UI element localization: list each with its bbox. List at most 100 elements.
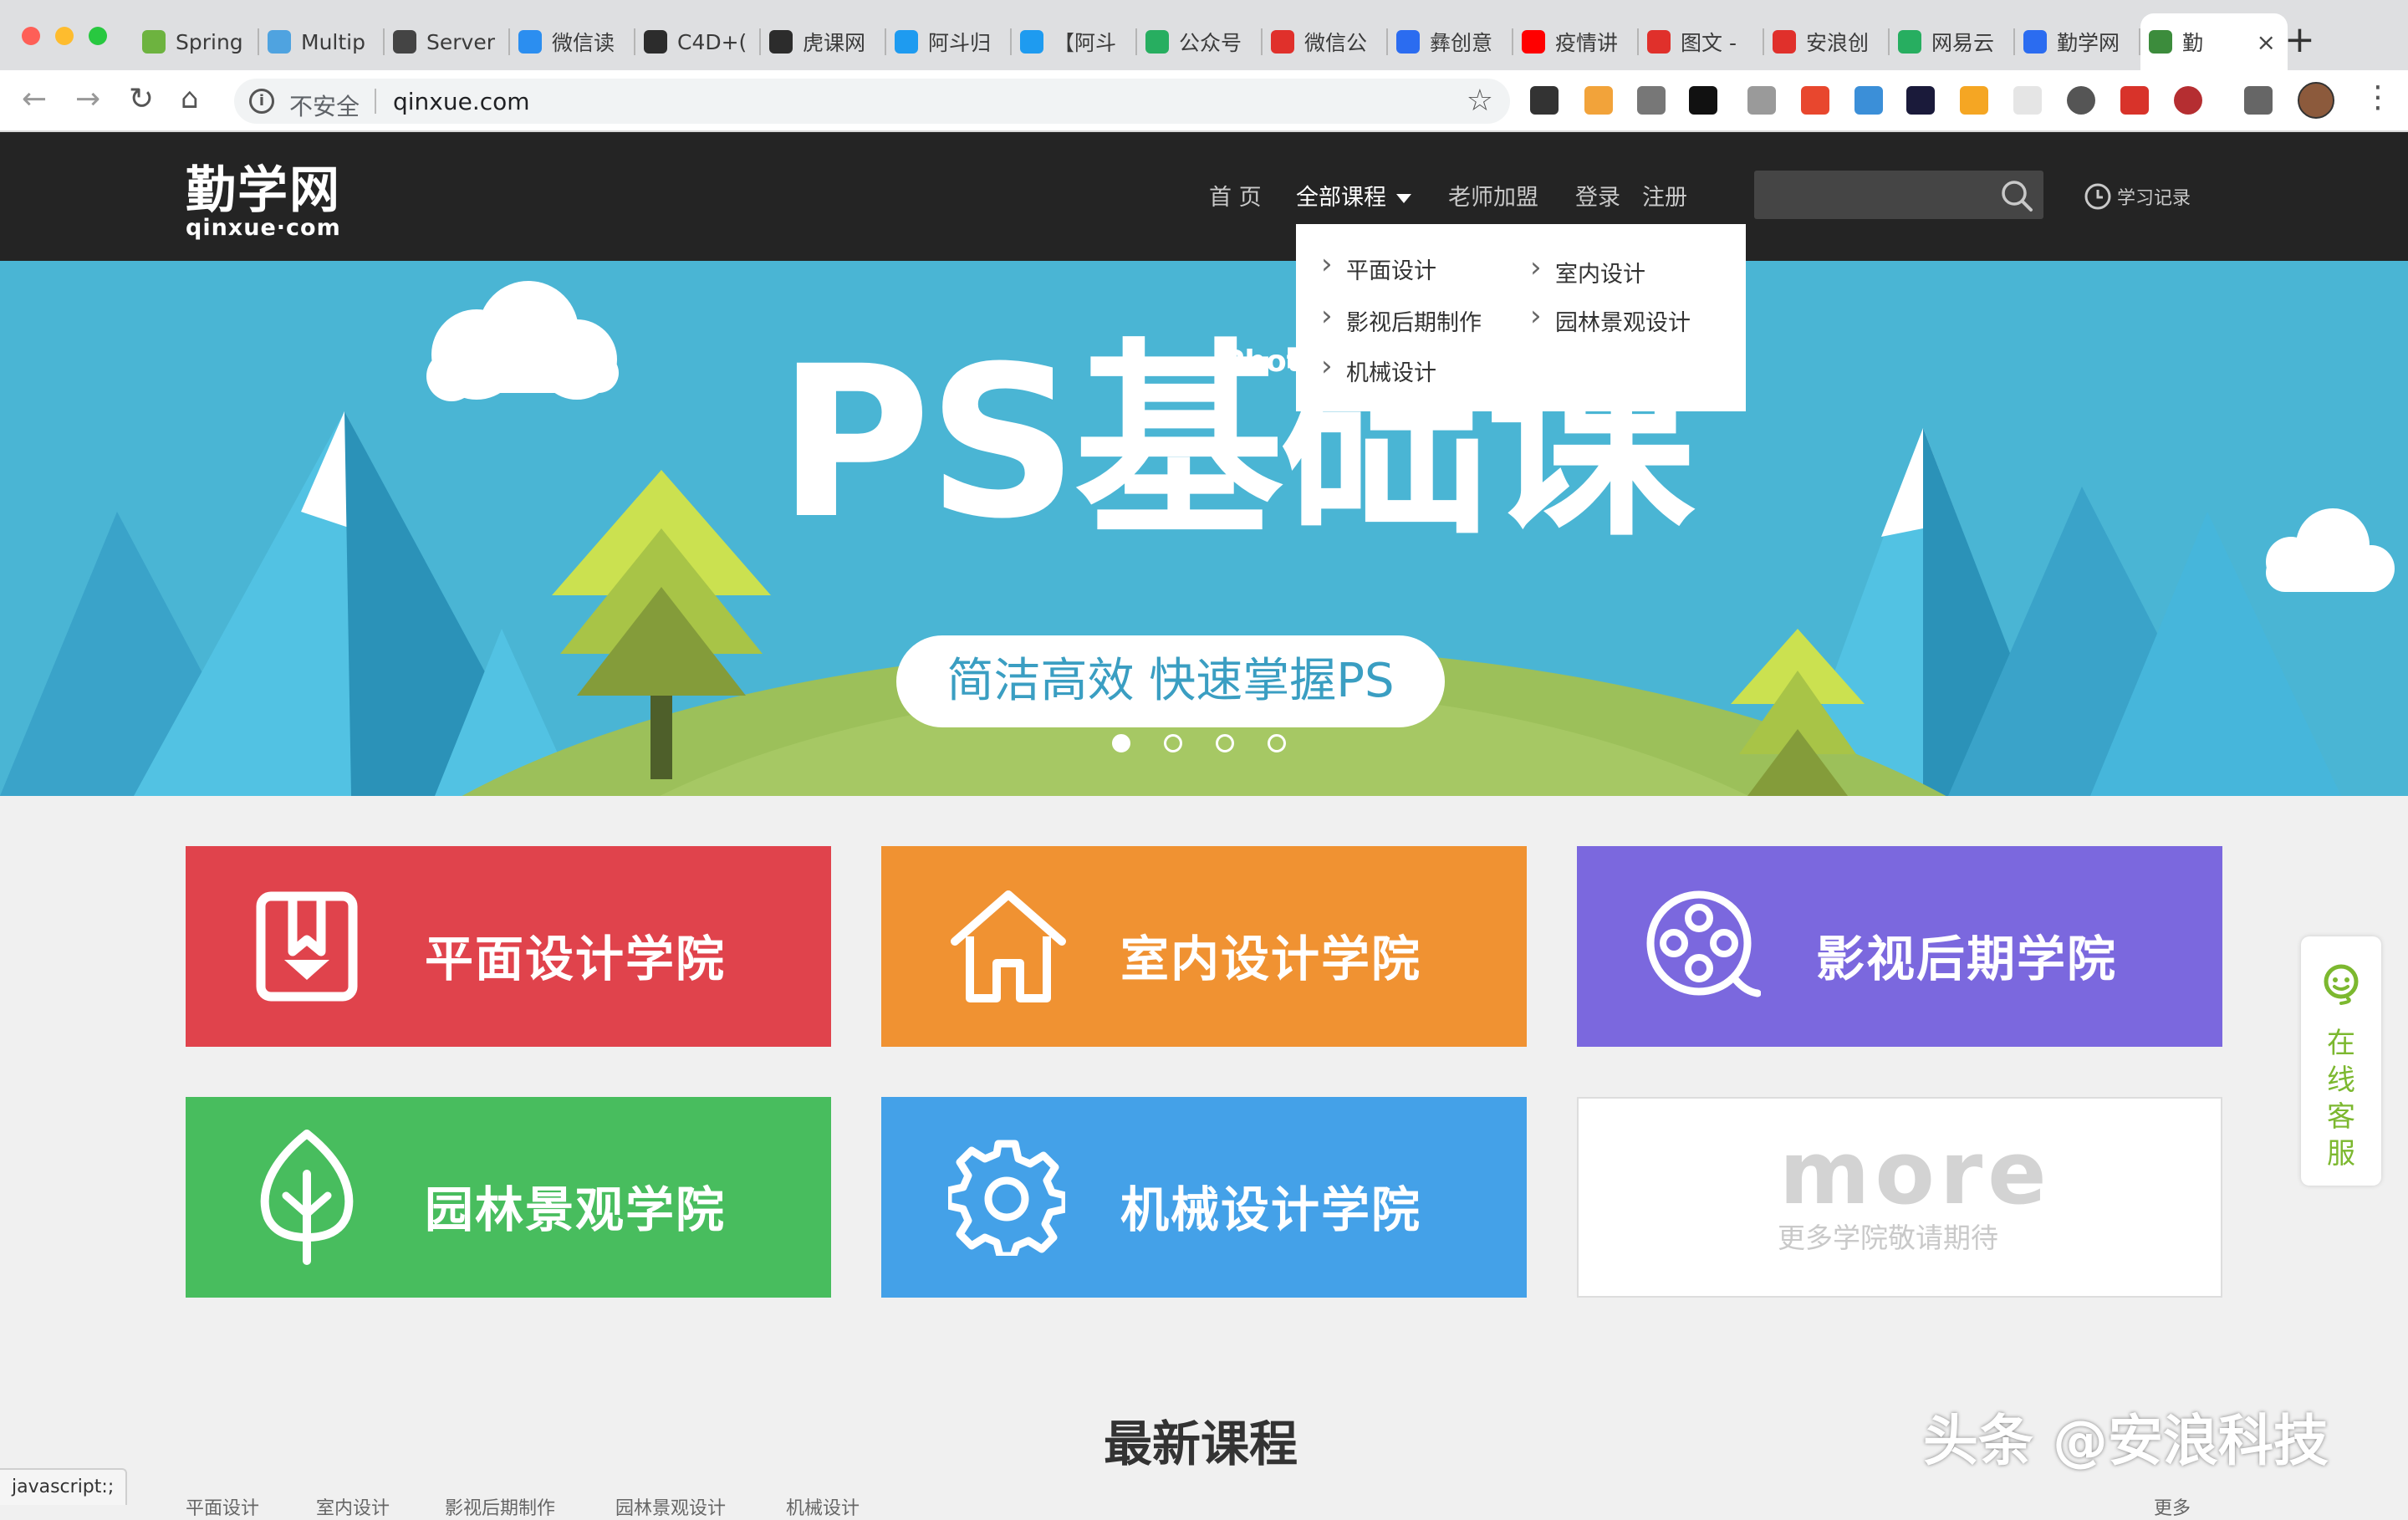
tab-close-icon[interactable]: × [2257,28,2276,56]
browser-tab[interactable]: 公众号 [1137,13,1263,70]
shield-extension-icon[interactable] [2120,86,2149,115]
close-window-button[interactable] [22,27,40,45]
download-box-icon [256,891,358,1002]
browser-tab[interactable]: 【阿斗 [1012,13,1137,70]
browser-tab-bar: Spring Multip Server 微信读 C4D+(虎课网 阿斗归 【阿斗 公众号 微信… [0,0,2408,70]
latest-tab-interior[interactable]: 室内设计 [316,1493,390,1520]
browser-tab[interactable]: Server [385,13,510,70]
dropdown-item-graphic-design[interactable]: 平面设计 [1321,247,1436,285]
tab-favicon-icon [2149,30,2172,54]
more-menu-icon[interactable]: ⋮ [2363,80,2393,115]
tab-label: 【阿斗 [1054,31,1117,55]
browser-tab[interactable]: 疫情讲 [1513,13,1639,70]
tab-label: 公众号 [1179,31,1242,55]
forward-icon[interactable]: → [75,82,100,116]
tile-label-mechanical-design: 机械设计学院 [1120,1181,1422,1238]
browser-tab[interactable]: 微信公 [1263,13,1388,70]
carousel-dot[interactable] [1216,734,1234,752]
history-extension-icon[interactable] [1637,86,1666,115]
maximize-window-button[interactable] [89,27,107,45]
back-icon[interactable]: ← [22,82,47,116]
info-icon[interactable]: i [249,89,274,114]
latest-tab-graphic[interactable]: 平面设计 [186,1493,259,1520]
browser-tab[interactable]: 网易云 [1890,13,2015,70]
dropdown-item-interior-design[interactable]: 室内设计 [1530,251,1645,288]
browser-tab[interactable]: 安浪创 [1764,13,1890,70]
url-text[interactable]: qinxue.com [393,88,530,115]
nav-register[interactable]: 注册 [1642,179,1687,212]
bookmark-star-icon[interactable]: ☆ [1467,84,1493,118]
dropdown-item-mechanical-design[interactable]: 机械设计 [1321,349,1436,387]
online-service-widget[interactable]: 在线客服 [2301,936,2381,1186]
tile-more[interactable]: more 更多学院敬请期待 [1577,1097,2222,1298]
address-bar[interactable]: i 不安全 qinxue.com ☆ [234,79,1510,124]
browser-tab[interactable]: 图文 - [1639,13,1764,70]
nav-all-courses-label: 全部课程 [1296,185,1386,211]
tab-favicon-icon [142,30,166,54]
tile-graphic-design[interactable]: 平面设计学院 [186,846,831,1047]
home-icon[interactable]: ⌂ [181,82,199,115]
reading-list-icon[interactable] [2244,86,2273,115]
security-label: 不安全 [289,93,360,120]
dropdown-item-video-post[interactable]: 影视后期制作 [1321,299,1482,337]
carousel-dot[interactable] [1164,734,1182,752]
browser-tab[interactable]: C4D+( [635,13,761,70]
tile-video-post[interactable]: 影视后期学院 [1577,846,2222,1047]
tab-label: 微信读 [552,31,615,55]
nav-login[interactable]: 登录 [1575,179,1620,212]
grid-extension-icon[interactable] [2013,86,2042,115]
nav-teacher-join[interactable]: 老师加盟 [1448,179,1538,212]
tab-favicon-icon [1271,30,1294,54]
avatar[interactable] [2298,82,2334,119]
tile-interior-design[interactable]: 室内设计学院 [881,846,1527,1047]
reload-icon[interactable]: ↻ [129,82,154,116]
vue-extension-icon[interactable] [1747,86,1776,115]
browser-tab[interactable]: 勤学网 [2015,13,2140,70]
tab-favicon-icon [268,30,291,54]
latest-tab-landscape[interactable]: 园林景观设计 [615,1493,726,1520]
chrome-extension-icon[interactable] [1854,86,1883,115]
nav-all-courses[interactable]: 全部课程 [1296,179,1411,212]
site-logo[interactable]: 勤学网 qinxue·com [186,164,341,239]
status-bar: javascript:; [0,1468,128,1505]
x-extension-icon[interactable] [1960,86,1988,115]
dropdown-item-landscape-design[interactable]: 园林景观设计 [1530,299,1691,337]
nav-home[interactable]: 首 页 [1209,179,1262,212]
tab-favicon-icon [1898,30,1921,54]
browser-tab[interactable]: 微信读 [510,13,635,70]
qr-code-extension-icon[interactable] [1530,86,1559,115]
minimize-window-button[interactable] [55,27,74,45]
browser-tab[interactable]: 彝创意 [1388,13,1513,70]
carousel-dot[interactable] [1112,734,1130,752]
tab-strip: Spring Multip Server 微信读 C4D+(虎课网 阿斗归 【阿斗 公众号 微信… [134,13,2288,70]
hero-banner[interactable]: PS基础课 Photo 简洁高效 快速掌握PS [0,261,2408,796]
angular-extension-icon[interactable] [2174,86,2202,115]
house-icon [951,890,1066,1002]
browser-tab[interactable]: 阿斗归 [886,13,1012,70]
tab-label: 勤学网 [2057,31,2120,55]
study-history-link[interactable]: 学习记录 [2084,182,2191,211]
search-input[interactable] [1754,171,1997,219]
tab-label: 图文 - [1681,31,1737,55]
carousel-dot[interactable] [1268,734,1286,752]
browser-tab[interactable]: 勤 × [2140,13,2288,70]
latest-more-link[interactable]: 更多 [2154,1493,2191,1520]
latest-tab-video[interactable]: 影视后期制作 [445,1493,555,1520]
browser-tab[interactable]: Spring [134,13,259,70]
new-tab-button[interactable]: + [2284,18,2315,61]
browser-tab[interactable]: 虎课网 [761,13,886,70]
tile-mechanical-design[interactable]: 机械设计学院 [881,1097,1527,1298]
tile-landscape-design[interactable]: 园林景观学院 [186,1097,831,1298]
latest-tab-mechanical[interactable]: 机械设计 [786,1493,860,1520]
dark-mode-extension-icon[interactable] [2067,86,2095,115]
tab-label: 安浪创 [1806,31,1870,55]
color-extension-icon[interactable] [1906,86,1935,115]
logo-text: 勤学网 [186,161,341,220]
paragraph-extension-icon[interactable] [1584,86,1613,115]
jb-extension-icon[interactable] [1689,86,1717,115]
percent-extension-icon[interactable] [1801,86,1829,115]
caret-down-icon [1396,194,1411,203]
leaf-icon [260,1130,354,1265]
search-icon[interactable] [1998,177,2035,214]
browser-tab[interactable]: Multip [259,13,385,70]
